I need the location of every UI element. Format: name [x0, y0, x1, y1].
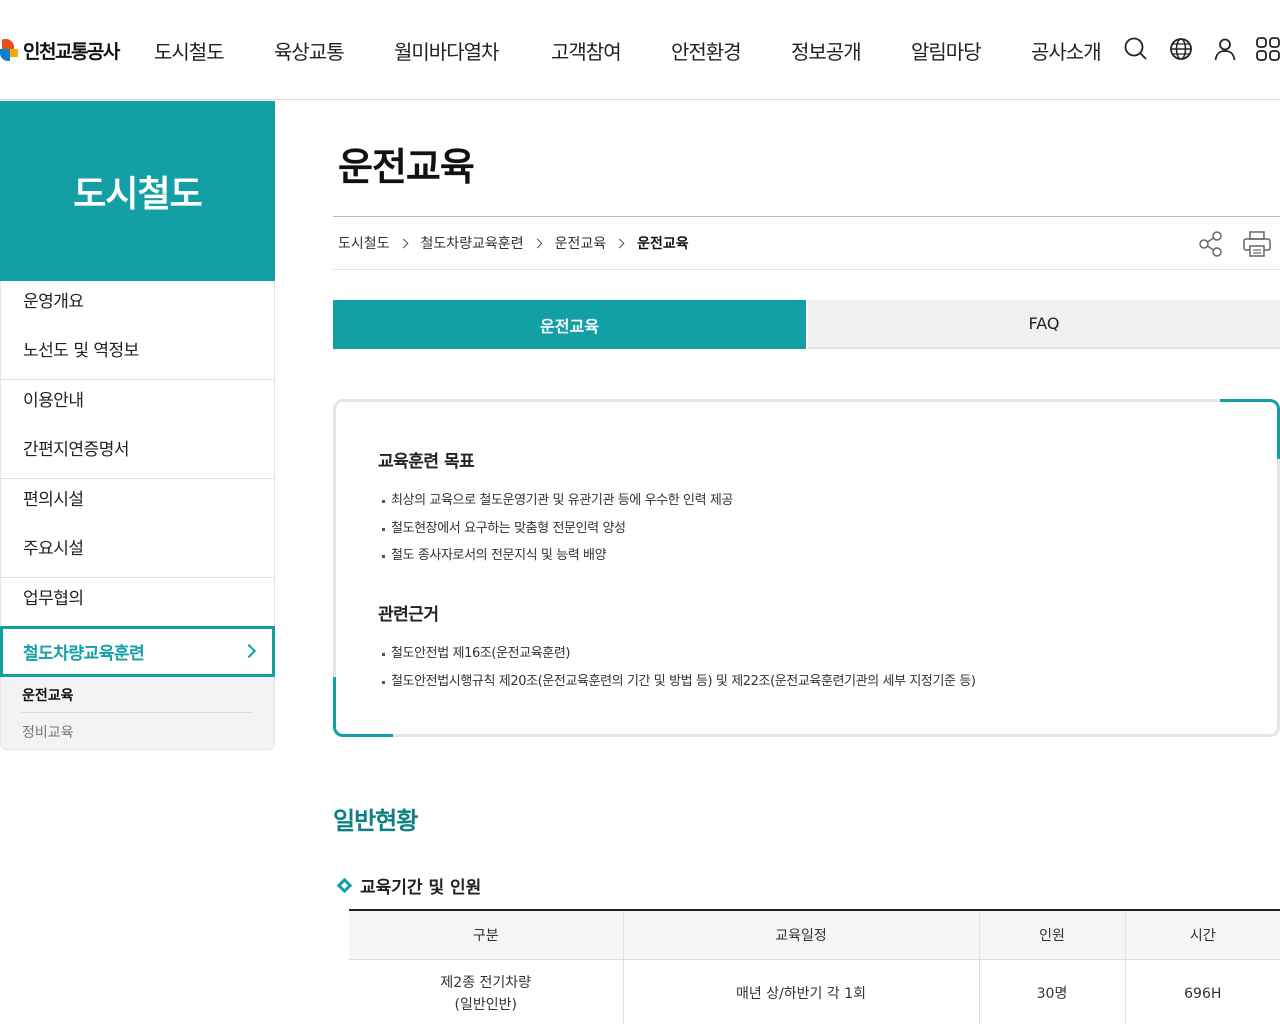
lnb-item-overview[interactable]: 운영개요 [1, 281, 274, 330]
chevron-right-icon [532, 238, 543, 248]
sub-section-label: 교육기간 및 인원 [360, 878, 482, 898]
breadcrumb: 도시철도 철도차량교육훈련 운전교육 운전교육 [338, 233, 689, 253]
lnb-sub-maintenance-training[interactable]: 정비교육 [22, 722, 74, 742]
list-item: 최상의 교육으로 철도운영기관 및 유관기관 등에 우수한 인력 제공 [380, 492, 733, 520]
list-item: 철도 종사자로서의 전문지식 및 능력 배양 [380, 547, 733, 575]
menu-about[interactable]: 공사소개 [1031, 36, 1102, 65]
table-header-row: 구분 교육일정 인원 시간 [349, 909, 1280, 960]
list-item: 철도안전법시행규칙 제20조(운전교육훈련의 기간 및 방법 등) 및 제22조… [380, 673, 976, 701]
breadcrumb-item[interactable]: 운전교육 [555, 233, 607, 253]
goal-heading: 교육훈련 목표 [378, 452, 475, 472]
basis-heading: 관련근거 [378, 605, 439, 625]
table-row: 제2종 전기차량 (일반인반) 매년 상/하반기 각 1회 30명 696H [349, 959, 1280, 1024]
list-item: 철도안전법 제16조(운전교육훈련) [380, 645, 976, 673]
chevron-right-icon [614, 238, 625, 248]
lnb-item-vehicle-training[interactable]: 철도차량교육훈련 [0, 626, 275, 677]
site-logo[interactable]: 인천교통공사 [0, 34, 120, 66]
divider [333, 269, 1280, 270]
breadcrumb-item[interactable]: 철도차량교육훈련 [421, 233, 524, 253]
sitemap-icon[interactable] [1255, 36, 1280, 62]
lnb-title: 도시철도 [73, 174, 202, 215]
menu-info-disclosure[interactable]: 정보공개 [791, 36, 862, 65]
lnb-menu: 운영개요 노선도 및 역정보 이용안내 간편지연증명서 편의시설 주요시설 업무… [0, 281, 275, 627]
lnb-group: 운영개요 노선도 및 역정보 [1, 281, 274, 380]
menu-land-transport[interactable]: 육상교통 [274, 36, 345, 65]
breadcrumb-item[interactable]: 도시철도 [338, 233, 390, 253]
tab-driving-training[interactable]: 운전교육 [333, 300, 806, 349]
chevron-right-icon [398, 238, 408, 248]
lnb-submenu: 운전교육 정비교육 [0, 677, 275, 750]
lnb-group: 편의시설 주요시설 [1, 479, 274, 578]
share-icon[interactable] [1197, 230, 1225, 258]
divider [333, 216, 1280, 217]
page-title: 운전교육 [338, 145, 475, 189]
chevron-right-icon [241, 643, 257, 659]
lnb-item-consultation[interactable]: 업무협의 [1, 578, 274, 627]
table-header: 인원 [979, 909, 1126, 960]
global-header: 인천교통공사 도시철도 육상교통 월미바다열차 고객참여 안전환경 정보공개 알… [0, 0, 1280, 100]
lnb-item-delay-certificate[interactable]: 간편지연증명서 [1, 429, 274, 478]
training-period-table: 구분 교육일정 인원 시간 제2종 전기차량 (일반인반) 매년 상/하반기 각… [349, 909, 1280, 1024]
search-icon[interactable] [1123, 36, 1149, 62]
globe-icon[interactable] [1168, 36, 1194, 62]
logo-mark-icon [0, 37, 22, 63]
lnb-active-label: 철도차량교육훈련 [23, 644, 145, 664]
lnb-group: 이용안내 간편지연증명서 [1, 380, 274, 479]
user-icon[interactable] [1212, 36, 1238, 62]
menu-wolmi-sea-train[interactable]: 월미바다열차 [394, 36, 499, 65]
print-icon[interactable] [1242, 230, 1272, 258]
table-cell-hours: 696H [1184, 986, 1222, 1003]
menu-notice[interactable]: 알림마당 [911, 36, 982, 65]
lnb-title-box: 도시철도 [0, 101, 275, 281]
breadcrumb-current: 운전교육 [637, 236, 689, 252]
table-header: 구분 [349, 909, 624, 960]
diamond-bullet-icon [336, 877, 353, 894]
logo-text: 인천교통공사 [23, 40, 120, 63]
menu-urban-railway[interactable]: 도시철도 [154, 36, 225, 65]
category-line: 제2종 전기차량 [440, 975, 532, 992]
lnb-item-usage-guide[interactable]: 이용안내 [1, 380, 274, 429]
lnb-item-amenities[interactable]: 편의시설 [1, 479, 274, 528]
basis-list: 철도안전법 제16조(운전교육훈련) 철도안전법시행규칙 제20조(운전교육훈련… [380, 645, 976, 700]
table-header: 시간 [1125, 909, 1280, 960]
goal-list: 최상의 교육으로 철도운영기관 및 유관기관 등에 우수한 인력 제공 철도현장… [380, 492, 733, 575]
lnb-sub-driving-training[interactable]: 운전교육 [22, 685, 74, 705]
lnb-group: 업무협의 [1, 578, 274, 627]
tab-faq[interactable]: FAQ [808, 300, 1280, 349]
sub-section-title: 교육기간 및 인원 [336, 873, 481, 898]
menu-customer[interactable]: 고객참여 [551, 36, 622, 65]
list-item: 철도현장에서 요구하는 맞춤형 전문인력 양성 [380, 520, 733, 548]
category-line: (일반인반) [454, 997, 517, 1014]
table-header: 교육일정 [623, 909, 980, 960]
content-tabs: 운전교육 FAQ [333, 300, 1280, 349]
table-cell-people: 30명 [979, 959, 1126, 1024]
table-cell-schedule: 매년 상/하반기 각 1회 [623, 959, 980, 1024]
lnb-item-route-map[interactable]: 노선도 및 역정보 [1, 330, 274, 379]
divider [21, 712, 252, 713]
section-title: 일반현황 [333, 807, 418, 835]
box-corner-accent [1220, 399, 1280, 459]
menu-safety[interactable]: 안전환경 [671, 36, 742, 65]
table-cell-category: 제2종 전기차량 (일반인반) [349, 959, 624, 1024]
lnb-item-main-facilities[interactable]: 주요시설 [1, 528, 274, 577]
